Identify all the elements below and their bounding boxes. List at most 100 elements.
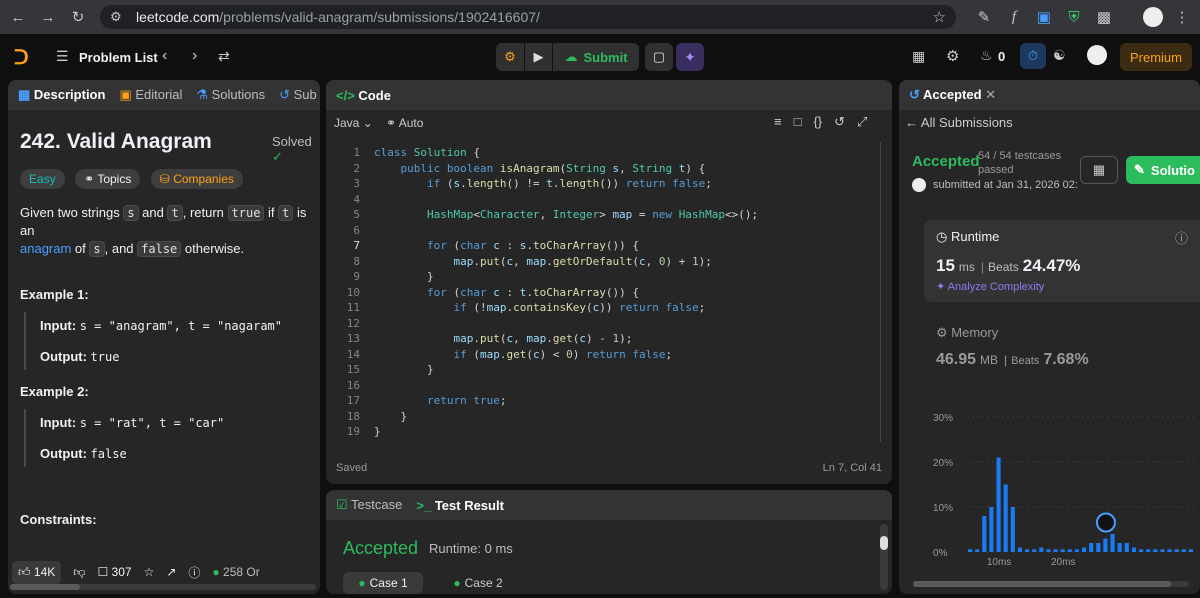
distribution-bar[interactable] <box>1174 549 1179 552</box>
distribution-bar[interactable] <box>1124 543 1129 552</box>
distribution-bar[interactable] <box>1117 543 1122 552</box>
shield-extension-icon[interactable]: ⛨ <box>1064 7 1084 27</box>
distribution-bar[interactable] <box>1060 549 1065 552</box>
test-scrollbar[interactable] <box>880 524 888 590</box>
back-icon[interactable]: ← <box>8 7 28 27</box>
distribution-bar[interactable] <box>1139 549 1144 552</box>
distribution-bar[interactable] <box>1039 547 1044 553</box>
settings-gear-icon[interactable]: ⚙ <box>946 47 959 65</box>
extensions-puzzle-icon[interactable]: ▩ <box>1094 7 1114 27</box>
layout-icon[interactable]: ▦ <box>912 48 925 65</box>
distribution-bar[interactable] <box>1003 484 1008 553</box>
runtime-card[interactable]: ◷ Runtime ⓘ 15 ms | Beats 24.47% ✦ Analy… <box>924 220 1200 302</box>
tab-code[interactable]: </> Code <box>336 88 391 103</box>
distribution-bar[interactable] <box>1067 549 1072 552</box>
distribution-bar[interactable] <box>1167 549 1172 552</box>
distribution-bar[interactable] <box>1096 543 1101 552</box>
shuffle-icon[interactable]: ⇄ <box>218 48 230 65</box>
forward-icon[interactable]: → <box>38 7 58 27</box>
address-bar[interactable]: ⚙ leetcode.com/problems/valid-anagram/su… <box>100 5 956 29</box>
distribution-bar[interactable] <box>1188 549 1193 552</box>
info-icon[interactable]: ⓘ <box>1175 228 1188 247</box>
braces-icon[interactable]: {} <box>813 114 822 130</box>
dislike-icon[interactable]: 👎︎ <box>73 565 85 580</box>
distribution-bar[interactable] <box>1074 549 1079 552</box>
reset-icon[interactable]: ↺ <box>834 114 845 130</box>
case-1-tab[interactable]: ● Case 1 <box>343 572 423 594</box>
tab-accepted[interactable]: ↺ Accepted ✕ <box>909 87 996 103</box>
distribution-bar[interactable] <box>996 457 1001 553</box>
distribution-bar[interactable] <box>1046 549 1051 552</box>
companies-chip[interactable]: ⛁ Companies <box>150 169 243 189</box>
solution-button[interactable]: ✎ Solutio <box>1126 156 1200 184</box>
tab-submissions[interactable]: ↺ Sub <box>279 87 317 103</box>
share-icon[interactable]: ↗ <box>166 565 176 579</box>
debug-icon[interactable]: ⚙ <box>496 43 524 71</box>
code-editor[interactable]: 1 class Solution {2 public boolean isAnag… <box>326 142 880 448</box>
distribution-bar[interactable] <box>975 549 980 552</box>
tab-test-result[interactable]: >_ Test Result <box>416 498 504 513</box>
distribution-bar[interactable] <box>1089 543 1094 552</box>
distribution-bar[interactable] <box>1010 507 1015 552</box>
distribution-bar[interactable] <box>982 516 987 552</box>
notes-icon[interactable]: ▢ <box>645 43 673 71</box>
distribution-bar[interactable] <box>1110 534 1115 552</box>
run-button[interactable]: ▶ <box>525 43 552 71</box>
help-icon[interactable]: ⓘ <box>188 564 200 581</box>
case-2-tab[interactable]: ● Case 2 <box>438 572 518 594</box>
all-submissions-link[interactable]: ← All Submissions <box>905 115 1013 130</box>
fullscreen-icon[interactable]: ⤢ <box>857 114 867 130</box>
bookmark-star-icon[interactable]: ☆ <box>933 8 946 26</box>
distribution-bar[interactable] <box>1025 549 1030 552</box>
right-scrollbar[interactable] <box>913 581 1189 587</box>
runtime-distribution-chart[interactable]: 30% 20% 10% 0% 10ms 20ms <box>899 400 1200 576</box>
scroll-thumb[interactable] <box>10 584 80 590</box>
site-settings-icon[interactable]: ⚙ <box>110 9 122 25</box>
distribution-bar[interactable] <box>1153 549 1158 552</box>
user-avatar[interactable] <box>1087 45 1107 65</box>
premium-button[interactable]: Premium <box>1120 43 1192 71</box>
favorite-star-icon[interactable]: ☆ <box>144 565 155 579</box>
distribution-bar[interactable] <box>1053 549 1058 552</box>
distribution-bar[interactable] <box>989 507 994 552</box>
language-select[interactable]: Java ⌄ <box>334 116 373 130</box>
auto-toggle[interactable]: ⚭ Auto <box>386 116 423 130</box>
editorial-book-icon[interactable]: ▦ <box>1080 156 1118 184</box>
problem-list-link[interactable]: Problem List <box>79 50 158 65</box>
distribution-bar[interactable] <box>1017 547 1022 553</box>
formula-extension-icon[interactable]: f <box>1004 7 1024 27</box>
add-friend-icon[interactable]: ☯ <box>1053 47 1066 64</box>
anagram-link[interactable]: anagram <box>20 241 71 256</box>
analyze-complexity-link[interactable]: ✦ Analyze Complexity <box>936 280 1044 293</box>
left-scrollbar[interactable] <box>10 584 316 590</box>
distribution-bar[interactable] <box>1160 549 1165 552</box>
profile-avatar[interactable] <box>1143 7 1163 27</box>
distribution-bar[interactable] <box>1103 538 1108 553</box>
bookmark-icon[interactable]: □ <box>794 114 802 130</box>
like-button[interactable]: 👍︎ 14K <box>12 560 62 584</box>
scroll-thumb[interactable] <box>880 536 888 550</box>
format-icon[interactable]: ≡ <box>774 114 782 130</box>
streak-flame-icon[interactable]: ♨ <box>980 47 993 64</box>
scroll-thumb[interactable] <box>913 581 1171 587</box>
browser-menu-icon[interactable]: ⋮ <box>1172 7 1192 27</box>
close-tab-icon[interactable]: ✕ <box>985 87 996 102</box>
leetcode-logo-icon[interactable]: ᑐ <box>14 45 36 69</box>
distribution-bar[interactable] <box>1181 549 1186 552</box>
distribution-bar[interactable] <box>1082 547 1087 553</box>
topics-chip[interactable]: ⚭ Topics <box>75 169 141 189</box>
ai-sparkle-icon[interactable]: ✦ <box>676 43 704 71</box>
prev-problem-icon[interactable]: ‹ <box>162 47 167 65</box>
submit-button[interactable]: ☁ Submit <box>553 43 639 71</box>
tab-testcase[interactable]: ☑ Testcase <box>336 497 402 513</box>
distribution-bar[interactable] <box>1146 549 1151 552</box>
eyedropper-extension-icon[interactable]: ✎ <box>974 7 994 27</box>
list-icon[interactable]: ☰ <box>56 48 69 65</box>
timer-icon[interactable]: ⏱ <box>1020 43 1046 69</box>
reload-icon[interactable]: ↻ <box>68 7 88 27</box>
distribution-bar[interactable] <box>1131 547 1136 553</box>
tab-solutions[interactable]: ⚗ Solutions <box>196 87 265 103</box>
distribution-bar[interactable] <box>968 549 973 552</box>
tab-description[interactable]: ▦ Description <box>18 87 105 103</box>
distribution-bar[interactable] <box>1032 549 1037 552</box>
